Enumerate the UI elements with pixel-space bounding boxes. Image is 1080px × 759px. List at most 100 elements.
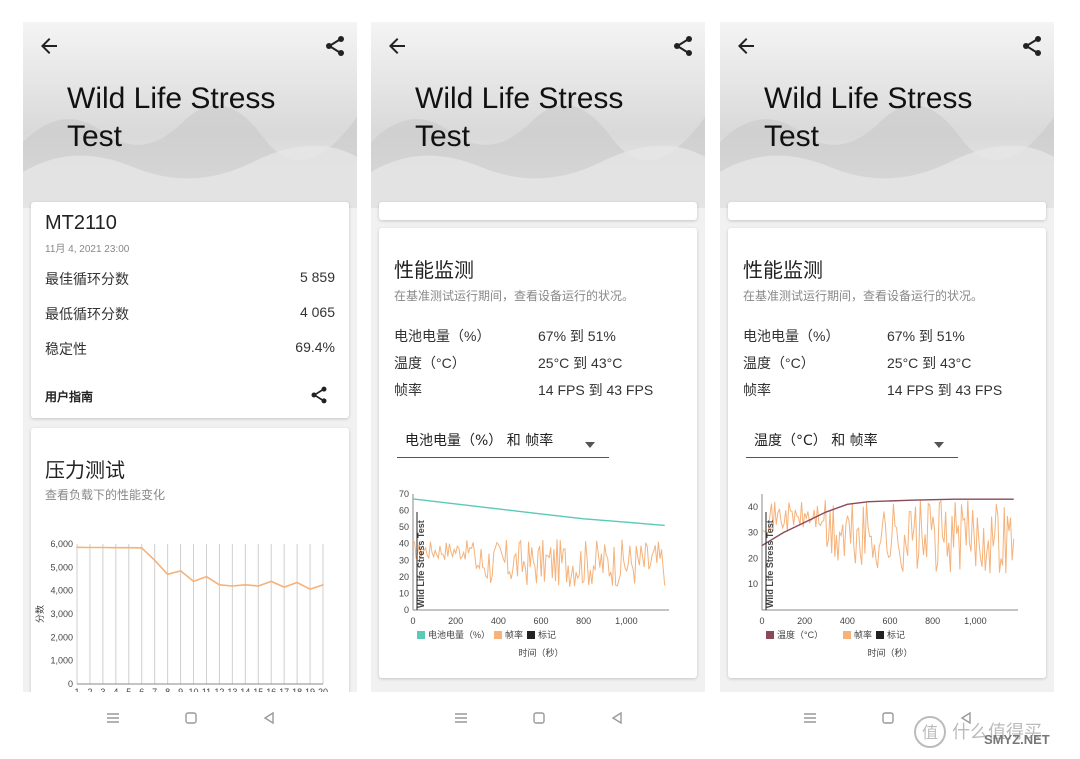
y-tick-label: 50 xyxy=(399,522,409,532)
loop-score-point xyxy=(179,570,182,572)
x-tick-label: 600 xyxy=(882,616,897,626)
y-tick-label: 0 xyxy=(404,605,409,615)
monitor-chart-svg: 0 10 20 30 40 50 60 70 0 200 400 600 800 1,000 Wild Li… xyxy=(399,489,669,658)
marker-label: Wild Life Stress Test xyxy=(416,520,426,608)
hero-banner: Wild Life Stress Test xyxy=(371,22,705,208)
stat-value: 69.4% xyxy=(295,339,335,355)
legend-label: 帧率 xyxy=(505,629,523,640)
share-icon[interactable] xyxy=(309,385,329,405)
y-axis-label: 分数 xyxy=(34,605,45,623)
menu-icon[interactable] xyxy=(451,708,471,728)
loop-score-point xyxy=(89,546,91,549)
x-tick-label: 400 xyxy=(491,616,506,626)
share-icon[interactable] xyxy=(1020,34,1044,58)
system-nav-bar xyxy=(371,692,705,744)
menu-icon[interactable] xyxy=(800,708,820,728)
loop-score-point xyxy=(166,573,169,576)
loop-score-point xyxy=(257,585,260,587)
loop-score-point xyxy=(309,588,311,590)
y-tick-label: 40 xyxy=(399,539,409,549)
loop-score-point xyxy=(218,584,221,586)
screen-score-summary: Wild Life Stress Test MT2110 11月 4, 2021… xyxy=(23,22,357,744)
dropdown-caret-icon xyxy=(934,435,944,448)
loop-score-point xyxy=(192,580,195,583)
performance-monitor-card: 性能监测 在基准测试运行期间，查看设备运行的状况。 电池电量（%） 67% 到 … xyxy=(728,228,1046,678)
temperature-fps-chart: 10 20 30 40 0 200 400 600 800 1,000 Wild Life Stre… xyxy=(728,486,1046,672)
y-tick-label: 30 xyxy=(399,555,409,565)
share-icon[interactable] xyxy=(323,34,347,58)
y-tick-label: 6,000 xyxy=(50,539,73,549)
x-tick-label: 0 xyxy=(410,616,415,626)
score-card: MT2110 11月 4, 2021 23:00 最佳循环分数 5 859 最低… xyxy=(31,202,349,418)
section-subtitle: 在基准测试运行期间，查看设备运行的状况。 xyxy=(743,289,984,303)
home-icon[interactable] xyxy=(878,708,898,728)
loop-score-point xyxy=(140,547,143,549)
hero-banner: Wild Life Stress Test xyxy=(23,22,357,208)
loop-score-point xyxy=(127,546,130,549)
hero-title: Wild Life Stress Test xyxy=(415,82,624,153)
x-tick-label: 0 xyxy=(759,616,764,626)
fps-line xyxy=(412,539,666,587)
watermark: 值 什么值得买 SMYZ.NET xyxy=(912,712,1080,752)
legend-label: 温度（°C） xyxy=(777,629,823,640)
battery-fps-chart: 0 10 20 30 40 50 60 70 0 200 400 600 800 1,000 Wild Li… xyxy=(379,486,697,672)
metric-value: 67% 到 51% xyxy=(538,328,616,344)
back-nav-icon[interactable] xyxy=(259,708,279,728)
legend-swatch xyxy=(527,631,535,639)
user-guide-link[interactable]: 用户指南 xyxy=(45,388,93,405)
y-tick-label: 1,000 xyxy=(50,656,73,666)
metric-value: 14 FPS 到 43 FPS xyxy=(887,382,1003,398)
metric-select[interactable]: 温度（°C） 和 帧率 xyxy=(746,422,958,458)
monitor-chart-svg: 102030400 200 400 600 800 1,000Wild Life Stre… xyxy=(748,494,1018,658)
metric-label: 帧率 xyxy=(394,382,422,398)
battery-line xyxy=(412,498,665,527)
hero-title: Wild Life Stress Test xyxy=(67,82,276,153)
fps-line xyxy=(761,499,1015,574)
section-subtitle: 在基准测试运行期间，查看设备运行的状况。 xyxy=(394,289,635,303)
section-title: 性能监测 xyxy=(394,260,474,282)
legend-swatch xyxy=(417,631,425,639)
loop-score-point xyxy=(283,586,285,588)
back-arrow-icon[interactable] xyxy=(37,34,61,58)
metric-select[interactable]: 电池电量（%） 和 帧率 xyxy=(397,422,609,458)
screen-performance-battery: Wild Life Stress Test 性能监测 在基准测试运行期间，查看设… xyxy=(371,22,705,744)
x-tick-label: 600 xyxy=(533,616,548,626)
stat-value: 5 859 xyxy=(299,269,335,285)
y-tick-label: 40 xyxy=(748,502,758,512)
metric-value: 14 FPS 到 43 FPS xyxy=(538,382,654,398)
device-name: MT2110 xyxy=(45,212,117,234)
loop-score-point xyxy=(205,575,208,578)
test-date: 11月 4, 2021 23:00 xyxy=(45,244,130,255)
loop-score-svg: 01,0002,0003,0004,0005,0006,000123456789… xyxy=(34,539,328,697)
stat-label: 最低循环分数 xyxy=(45,306,129,322)
legend-swatch xyxy=(843,631,851,639)
back-nav-icon[interactable] xyxy=(607,708,627,728)
performance-monitor-card: 性能监测 在基准测试运行期间，查看设备运行的状况。 电池电量（%） 67% 到 … xyxy=(379,228,697,678)
loop-score-point xyxy=(231,585,234,587)
hero-title: Wild Life Stress Test xyxy=(764,82,973,153)
metric-label: 温度（°C） xyxy=(394,355,466,371)
x-tick-label: 200 xyxy=(448,616,463,626)
back-arrow-icon[interactable] xyxy=(734,34,758,58)
home-icon[interactable] xyxy=(181,708,201,728)
metric-label: 温度（°C） xyxy=(743,355,815,371)
loop-score-point xyxy=(322,584,324,586)
metric-value: 25°C 到 43°C xyxy=(538,355,623,371)
loop-score-point xyxy=(153,559,156,562)
loop-score-point xyxy=(102,546,104,549)
loop-score-point xyxy=(76,546,78,549)
marker-label: Wild Life Stress Test xyxy=(765,520,775,608)
back-arrow-icon[interactable] xyxy=(385,34,409,58)
x-tick-label: 200 xyxy=(797,616,812,626)
share-icon[interactable] xyxy=(671,34,695,58)
watermark-site: SMYZ.NET xyxy=(984,732,1050,747)
menu-icon[interactable] xyxy=(103,708,123,728)
x-tick-label: 1,000 xyxy=(615,616,638,626)
svg-text:值: 值 xyxy=(922,723,938,742)
metric-label: 帧率 xyxy=(743,382,771,398)
loop-score-point xyxy=(270,580,273,583)
home-icon[interactable] xyxy=(529,708,549,728)
metric-label: 电池电量（%） xyxy=(743,328,840,344)
section-title: 压力测试 xyxy=(45,460,125,482)
stress-test-card: 压力测试 查看负载下的性能变化 0 1,000 2,000 3,000 4,000 5,0… xyxy=(31,428,349,728)
